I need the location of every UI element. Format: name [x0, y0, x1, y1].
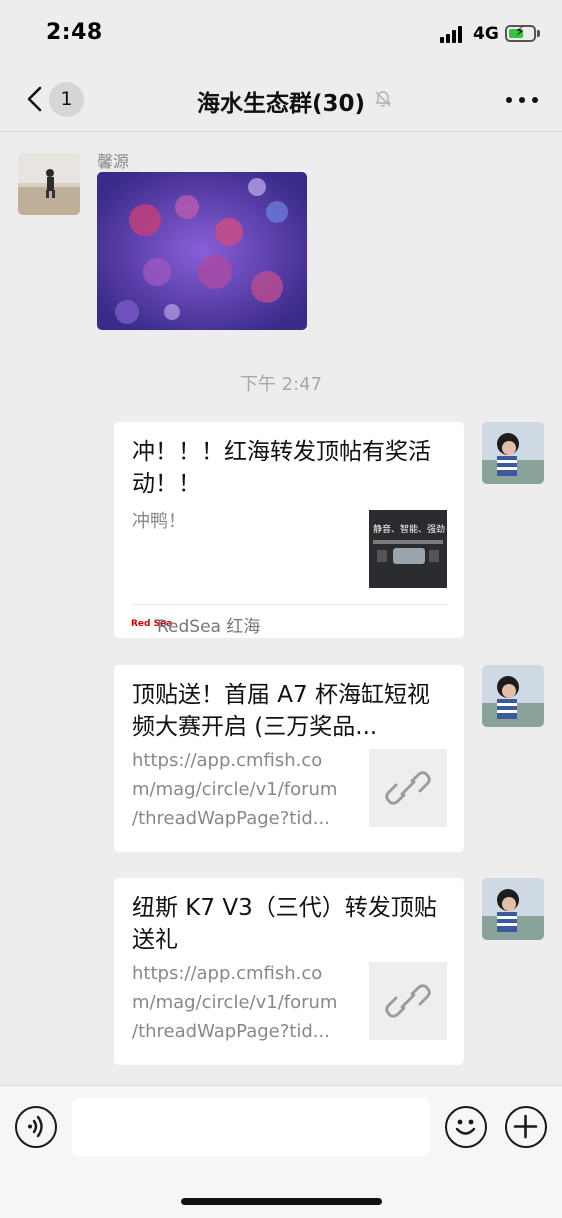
plus-icon[interactable] [505, 1106, 547, 1148]
card-title: 纽斯 K7 V3（三代）转发顶贴送礼 [132, 895, 437, 953]
card-description-line: /threadWapPage?tid... [132, 1021, 330, 1042]
time-divider: 下午 2:47 [239, 374, 323, 395]
card-description: 冲鸭！ [132, 507, 186, 536]
card-description: https://app.cmfish.co m/mag/circle/v1/fo… [132, 959, 352, 1046]
link-card[interactable]: 顶贴送！首届 A7 杯海缸短视频大赛开启 (三万奖品... https://ap… [114, 665, 464, 852]
card-title: 冲！！！红海转发顶帖有奖活动！！ [132, 439, 431, 497]
voice-icon[interactable] [15, 1106, 57, 1148]
card-title: 顶贴送！首届 A7 杯海缸短视频大赛开启 (三万奖品... [132, 682, 430, 740]
signal-icon [440, 26, 466, 43]
my-avatar[interactable] [482, 665, 544, 727]
status-bar: 2:48 4G ⚡ [0, 0, 562, 66]
card-thumbnail: 静音、智能、强劲 [369, 510, 447, 588]
battery-cap [537, 30, 540, 37]
link-card[interactable]: 冲！！！红海转发顶帖有奖活动！！ 冲鸭！ 静音、智能、强劲 Red Sea Re… [114, 422, 464, 638]
status-time: 2:48 [46, 20, 103, 45]
emoji-icon[interactable] [445, 1106, 487, 1148]
link-icon [369, 962, 447, 1040]
battery-icon: ⚡ [505, 25, 536, 42]
card-description: https://app.cmfish.co m/mag/circle/v1/fo… [132, 746, 352, 833]
bell-muted-icon [375, 91, 391, 107]
card-description-line: /threadWapPage?tid... [132, 808, 330, 829]
network-label: 4G [473, 24, 499, 44]
card-description-line: https://app.cmfish.co [132, 750, 323, 771]
sender-avatar[interactable] [18, 153, 80, 215]
sender-name: 馨源 [97, 152, 130, 171]
message-input[interactable] [72, 1098, 430, 1156]
more-dots-icon[interactable] [500, 88, 544, 112]
card-source: Red Sea RedSea 红海 [131, 604, 447, 638]
chat-title-row: 海水生态群(30) [0, 84, 562, 118]
chat-header: 1 海水生态群(30) [0, 66, 562, 132]
link-icon [369, 749, 447, 827]
home-indicator[interactable] [181, 1198, 382, 1205]
my-avatar[interactable] [482, 878, 544, 940]
card-description-line: m/mag/circle/v1/forum [132, 779, 338, 800]
card-description-line: https://app.cmfish.co [132, 963, 323, 984]
coral-photo[interactable] [97, 172, 307, 330]
card-description-line: 冲鸭！ [132, 511, 186, 532]
card-description-line: m/mag/circle/v1/forum [132, 992, 338, 1013]
source-name: RedSea 红海 [157, 617, 261, 637]
chat-title: 海水生态群(30) [196, 91, 366, 117]
my-avatar[interactable] [482, 422, 544, 484]
link-card[interactable]: 纽斯 K7 V3（三代）转发顶贴送礼 https://app.cmfish.co… [114, 878, 464, 1065]
